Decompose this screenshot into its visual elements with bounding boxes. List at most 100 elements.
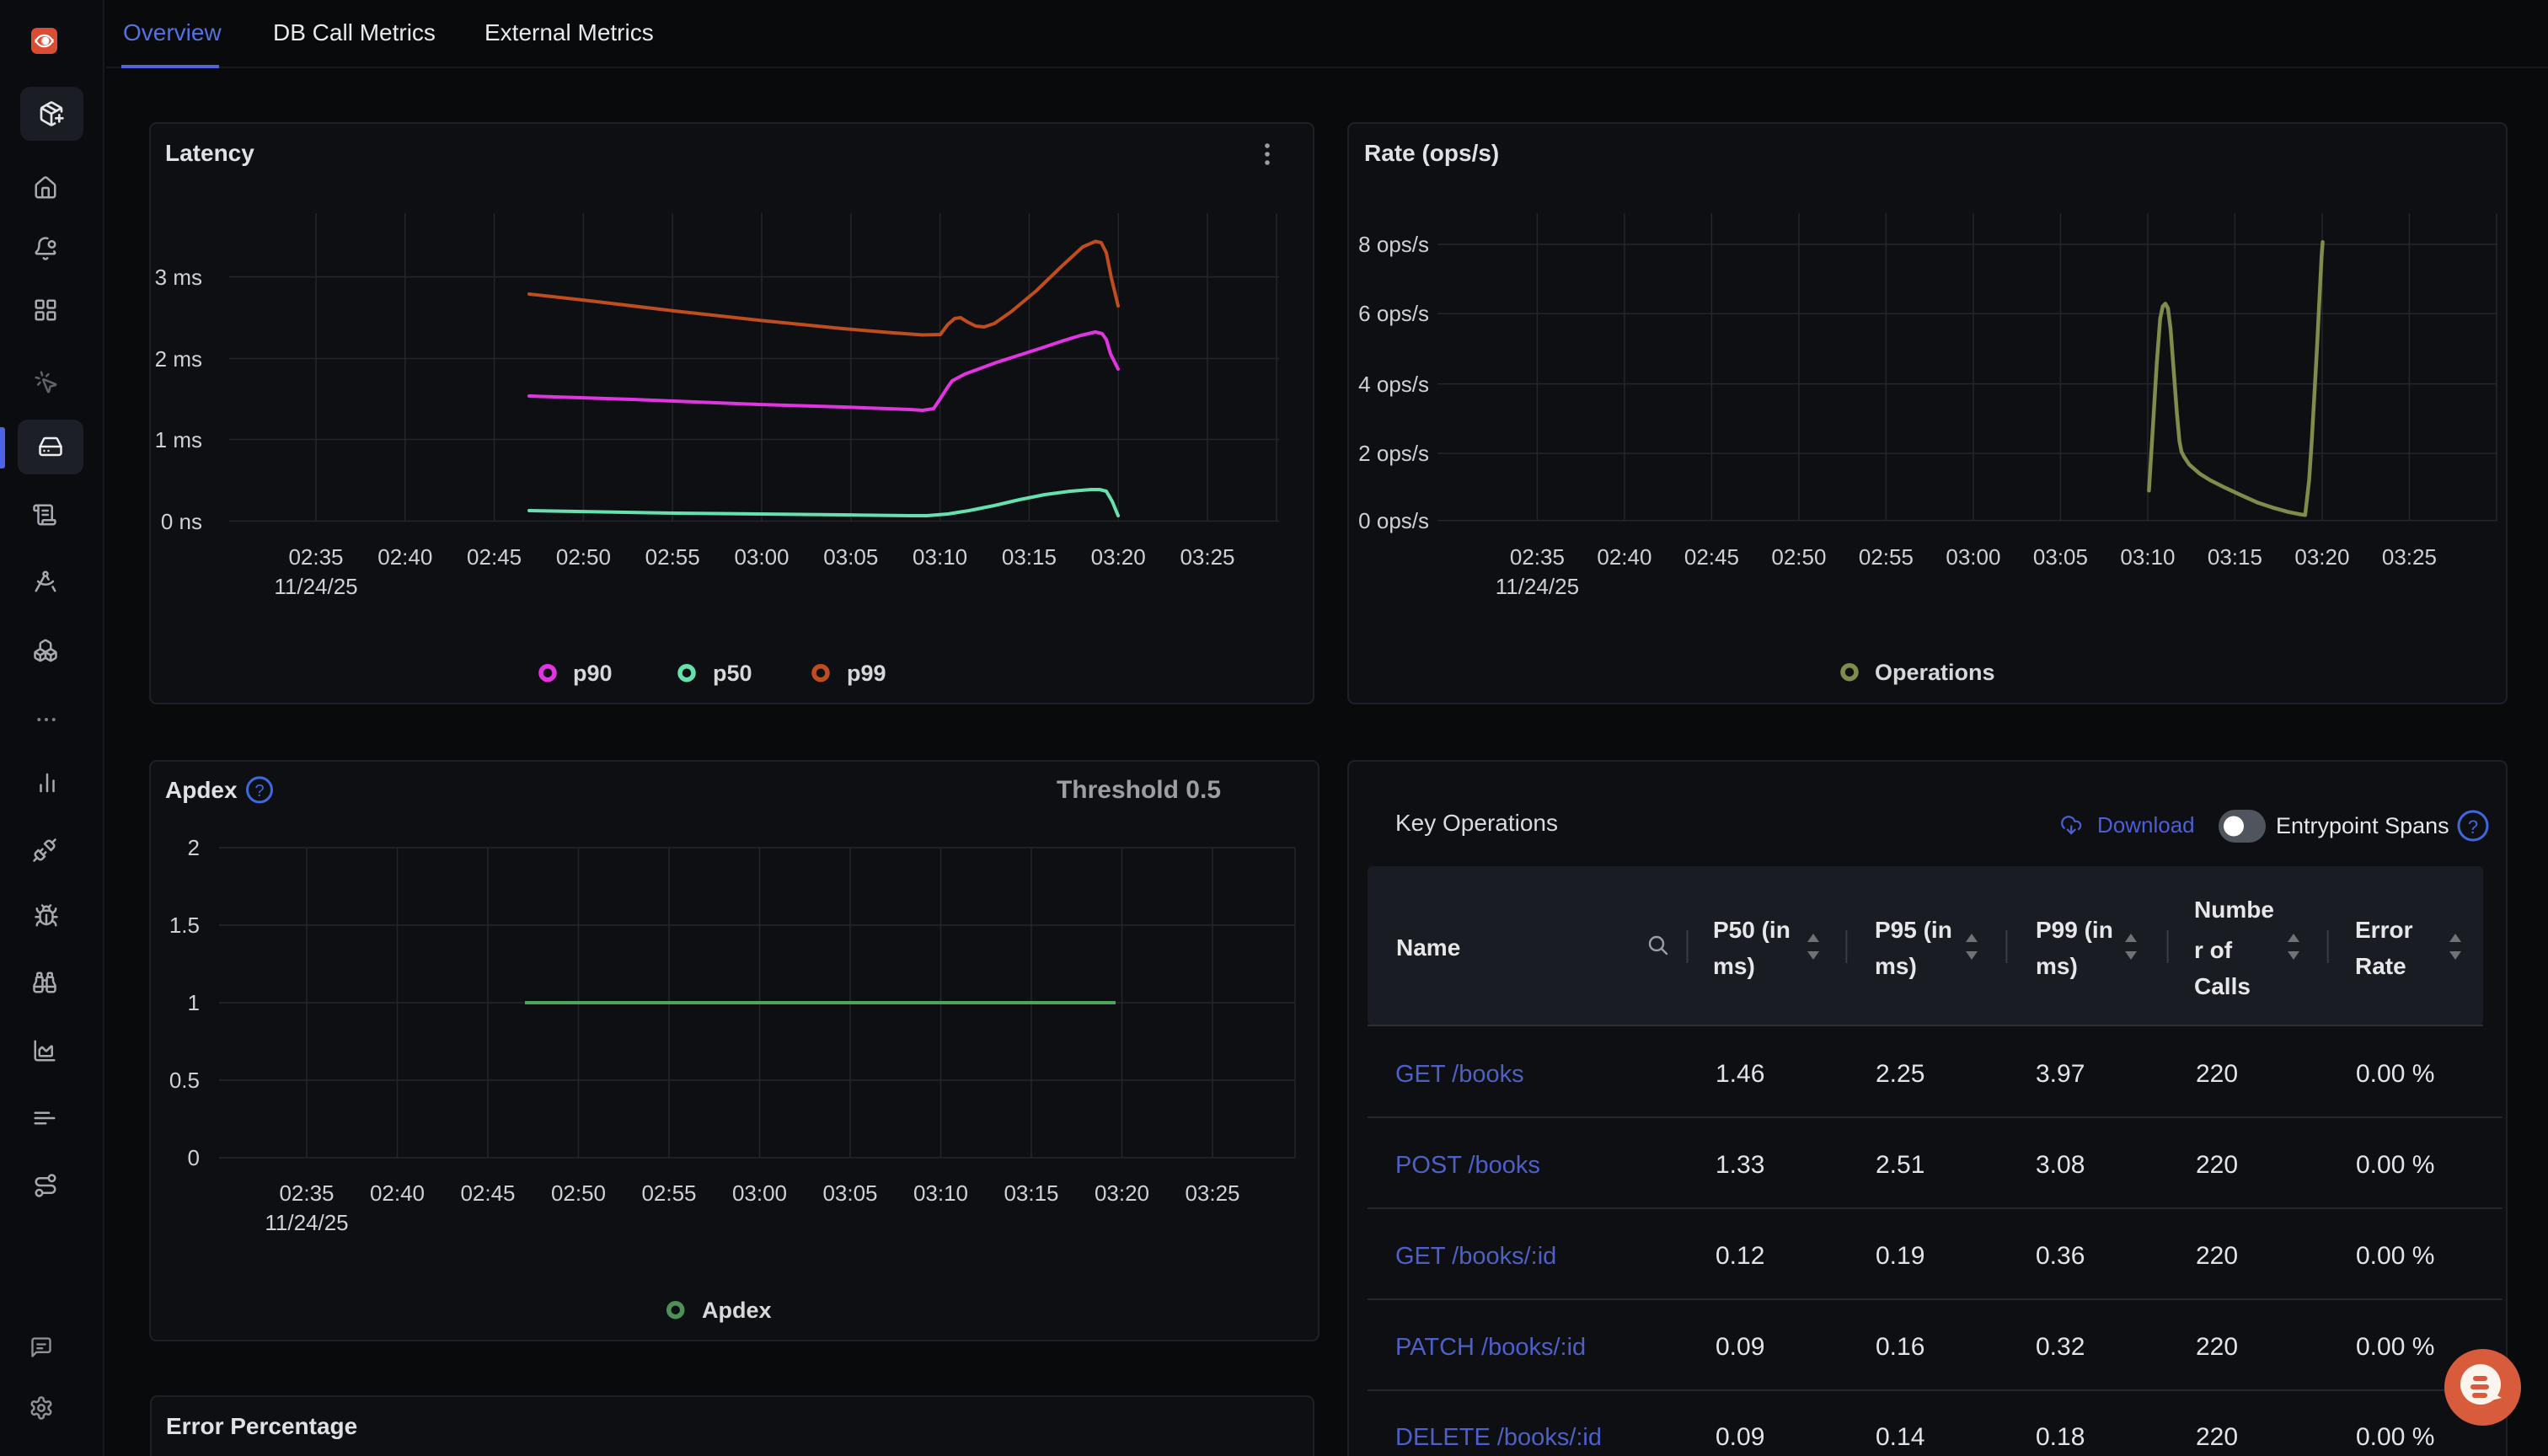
svg-text:Operations: Operations — [1875, 660, 1995, 685]
svg-text:8 ops/s: 8 ops/s — [1358, 232, 1429, 257]
svg-text:02:50: 02:50 — [556, 544, 611, 570]
svg-text:0: 0 — [188, 1145, 200, 1170]
svg-text:0.09: 0.09 — [1716, 1333, 1764, 1361]
svg-text:02:35: 02:35 — [279, 1180, 334, 1206]
svg-text:Name: Name — [1396, 934, 1460, 961]
svg-text:220: 220 — [2196, 1333, 2238, 1361]
svg-text:03:20: 03:20 — [1095, 1180, 1149, 1206]
svg-text:1.46: 1.46 — [1716, 1060, 1764, 1088]
svg-text:03:10: 03:10 — [913, 544, 967, 570]
svg-text:?: ? — [2468, 816, 2478, 838]
svg-text:03:05: 03:05 — [2033, 544, 2088, 570]
svg-text:Threshold 0.5: Threshold 0.5 — [1057, 776, 1221, 804]
svg-text:220: 220 — [2196, 1242, 2238, 1270]
svg-text:11/24/25: 11/24/25 — [265, 1210, 348, 1235]
svg-text:03:20: 03:20 — [2294, 544, 2349, 570]
svg-text:220: 220 — [2196, 1060, 2238, 1088]
svg-text:DELETE /books/:id: DELETE /books/:id — [1395, 1424, 1602, 1451]
svg-text:03:25: 03:25 — [1180, 544, 1234, 570]
svg-text:GET /books: GET /books — [1395, 1061, 1524, 1088]
svg-text:03:00: 03:00 — [1946, 544, 2000, 570]
svg-text:0.32: 0.32 — [2036, 1333, 2085, 1361]
svg-text:Error Percentage: Error Percentage — [166, 1413, 357, 1439]
svg-text:0.12: 0.12 — [1716, 1242, 1764, 1270]
svg-text:03:25: 03:25 — [2382, 544, 2437, 570]
svg-text:2 ms: 2 ms — [155, 346, 202, 372]
svg-text:0.09: 0.09 — [1716, 1423, 1764, 1451]
svg-text:4 ops/s: 4 ops/s — [1358, 372, 1429, 397]
svg-text:3.97: 3.97 — [2036, 1060, 2085, 1088]
svg-text:02:40: 02:40 — [370, 1180, 425, 1206]
svg-text:02:55: 02:55 — [1859, 544, 1914, 570]
svg-text:Entrypoint Spans: Entrypoint Spans — [2276, 813, 2449, 838]
svg-text:02:35: 02:35 — [1510, 544, 1565, 570]
svg-text:02:45: 02:45 — [460, 1180, 515, 1206]
svg-text:02:45: 02:45 — [467, 544, 522, 570]
svg-text:02:55: 02:55 — [641, 1180, 696, 1206]
svg-text:02:50: 02:50 — [551, 1180, 606, 1206]
svg-text:0 ops/s: 0 ops/s — [1358, 508, 1429, 533]
svg-text:p90: p90 — [573, 661, 613, 686]
svg-text:03:15: 03:15 — [1002, 544, 1057, 570]
svg-text:03:10: 03:10 — [2120, 544, 2175, 570]
svg-text:11/24/25: 11/24/25 — [274, 574, 357, 599]
svg-text:Key Operations: Key Operations — [1395, 810, 1558, 836]
svg-text:Numbe: Numbe — [2194, 897, 2274, 923]
svg-text:P50 (in: P50 (in — [1713, 917, 1791, 943]
svg-text:6 ops/s: 6 ops/s — [1358, 301, 1429, 326]
svg-text:Download: Download — [2097, 812, 2195, 838]
svg-text:1 ms: 1 ms — [155, 427, 202, 452]
svg-text:02:55: 02:55 — [645, 544, 700, 570]
svg-text:02:50: 02:50 — [1771, 544, 1826, 570]
svg-text:p50: p50 — [713, 661, 752, 686]
svg-text:GET /books/:id: GET /books/:id — [1395, 1243, 1556, 1270]
svg-text:0.00 %: 0.00 % — [2356, 1423, 2434, 1451]
svg-text:220: 220 — [2196, 1151, 2238, 1179]
svg-text:POST /books: POST /books — [1395, 1152, 1540, 1179]
svg-text:0.14: 0.14 — [1876, 1423, 1924, 1451]
svg-text:1.5: 1.5 — [169, 913, 200, 938]
svg-text:0.19: 0.19 — [1876, 1242, 1924, 1270]
svg-text:03:20: 03:20 — [1091, 544, 1146, 570]
svg-text:0.00 %: 0.00 % — [2356, 1151, 2434, 1179]
svg-text:0.00 %: 0.00 % — [2356, 1060, 2434, 1088]
svg-text:ms): ms) — [1713, 953, 1755, 979]
svg-text:P95 (in: P95 (in — [1875, 917, 1952, 943]
svg-text:2 ops/s: 2 ops/s — [1358, 441, 1429, 466]
svg-text:02:40: 02:40 — [377, 544, 432, 570]
svg-text:03:00: 03:00 — [734, 544, 789, 570]
svg-text:Rate: Rate — [2355, 953, 2406, 979]
svg-text:?: ? — [254, 782, 264, 800]
svg-text:Apdex: Apdex — [165, 777, 238, 803]
svg-text:p99: p99 — [847, 661, 886, 686]
svg-text:r of: r of — [2194, 937, 2233, 963]
svg-text:Error: Error — [2355, 917, 2413, 943]
svg-text:0 ns: 0 ns — [161, 509, 202, 534]
svg-text:3 ms: 3 ms — [155, 265, 202, 290]
svg-text:03:15: 03:15 — [1004, 1180, 1058, 1206]
svg-text:03:25: 03:25 — [1185, 1180, 1239, 1206]
svg-text:0.18: 0.18 — [2036, 1423, 2085, 1451]
svg-text:P99 (in: P99 (in — [2036, 917, 2113, 943]
svg-text:Latency: Latency — [165, 140, 254, 166]
svg-text:11/24/25: 11/24/25 — [1496, 574, 1579, 599]
svg-text:02:40: 02:40 — [1597, 544, 1651, 570]
svg-text:0.5: 0.5 — [169, 1068, 200, 1093]
svg-text:1.33: 1.33 — [1716, 1151, 1764, 1179]
svg-text:Rate (ops/s): Rate (ops/s) — [1364, 140, 1499, 166]
svg-text:3.08: 3.08 — [2036, 1151, 2085, 1179]
svg-text:03:05: 03:05 — [823, 544, 878, 570]
svg-text:220: 220 — [2196, 1423, 2238, 1451]
svg-text:PATCH /books/:id: PATCH /books/:id — [1395, 1334, 1586, 1361]
svg-text:1: 1 — [188, 990, 200, 1015]
svg-text:ms): ms) — [2036, 953, 2078, 979]
svg-text:0.16: 0.16 — [1876, 1333, 1924, 1361]
svg-text:02:35: 02:35 — [288, 544, 343, 570]
svg-text:2.51: 2.51 — [1876, 1151, 1924, 1179]
svg-text:0.00 %: 0.00 % — [2356, 1333, 2434, 1361]
svg-text:03:10: 03:10 — [913, 1180, 968, 1206]
svg-text:2: 2 — [188, 835, 200, 860]
svg-text:Apdex: Apdex — [702, 1298, 772, 1323]
svg-text:0.00 %: 0.00 % — [2356, 1242, 2434, 1270]
svg-text:03:05: 03:05 — [822, 1180, 877, 1206]
